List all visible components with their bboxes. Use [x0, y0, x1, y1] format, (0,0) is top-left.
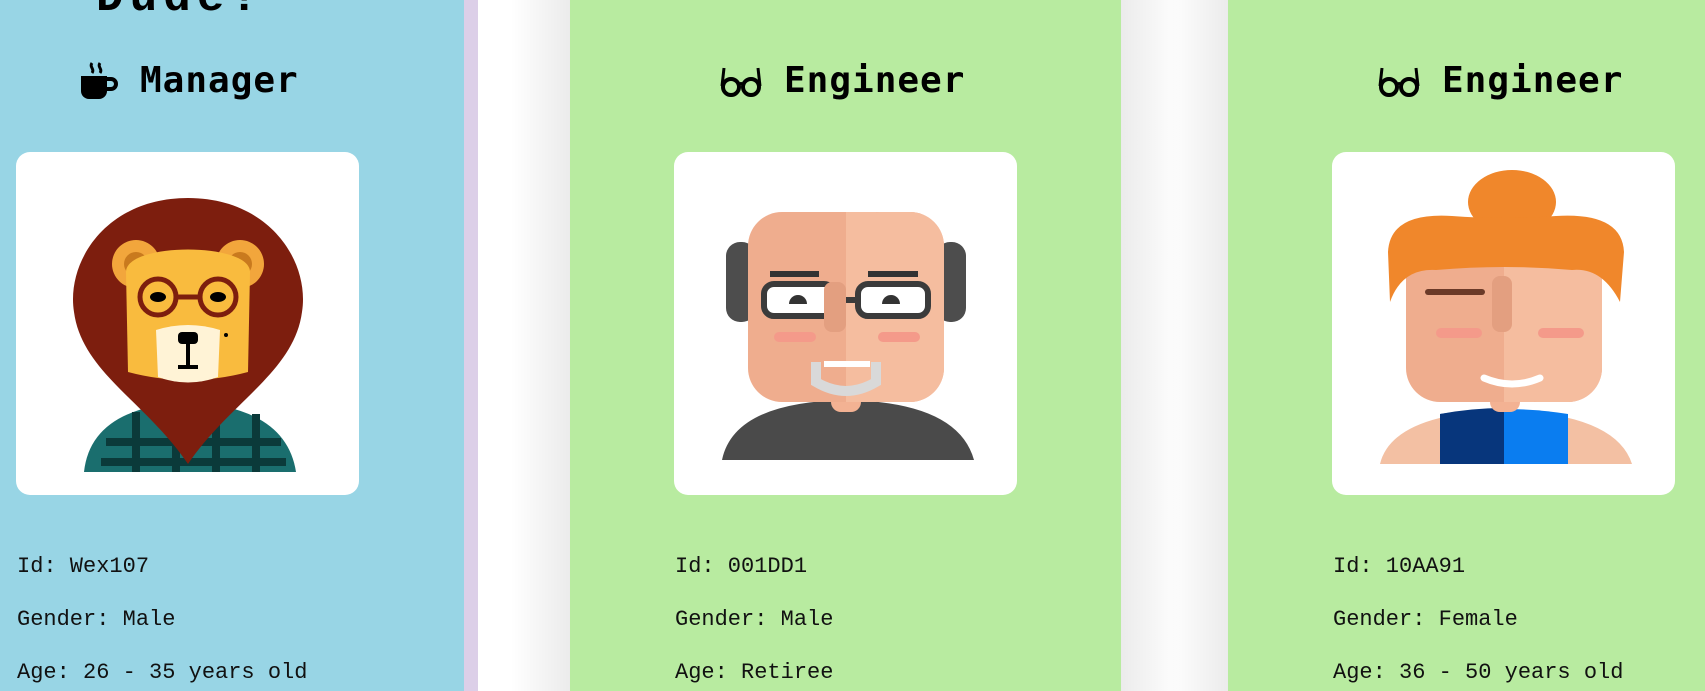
role-title: Engineer	[1378, 60, 1623, 101]
bald-man-avatar-image	[674, 152, 1017, 495]
role-title: Engineer	[720, 60, 965, 101]
engineer-card: Engineer Id: 001DD1 Gender: Male Age: Re…	[570, 0, 1121, 691]
card-shadow	[510, 0, 570, 691]
employee-gender: Gender: Male	[17, 607, 176, 632]
employee-gender: Gender: Male	[675, 607, 834, 632]
coffee-mug-icon	[78, 61, 118, 101]
role-title: Manager	[78, 60, 299, 101]
employee-age: Age: 36 - 50 years old	[1333, 660, 1624, 685]
employee-id: Id: 001DD1	[675, 554, 808, 579]
card-heading-fragment: Dude!	[96, 0, 264, 24]
glasses-icon	[1378, 64, 1420, 98]
lion-avatar-image	[16, 152, 359, 495]
manager-card: Dude! Manager	[0, 0, 464, 691]
role-label: Engineer	[1442, 60, 1624, 101]
employee-age: Age: Retiree	[675, 660, 834, 685]
card-shadow	[1168, 0, 1228, 691]
role-label: Engineer	[784, 60, 966, 101]
role-label: Manager	[140, 60, 299, 101]
employee-age: Age: 26 - 35 years old	[17, 660, 308, 685]
card-divider	[464, 0, 478, 691]
employee-id: Id: Wex107	[17, 554, 150, 579]
red-haired-woman-avatar-image	[1332, 152, 1675, 495]
glasses-icon	[720, 64, 762, 98]
employee-gender: Gender: Female	[1333, 607, 1518, 632]
engineer-card: Engineer Id: 10AA91 Gender: Female Age: …	[1228, 0, 1705, 691]
employee-id: Id: 10AA91	[1333, 554, 1466, 579]
